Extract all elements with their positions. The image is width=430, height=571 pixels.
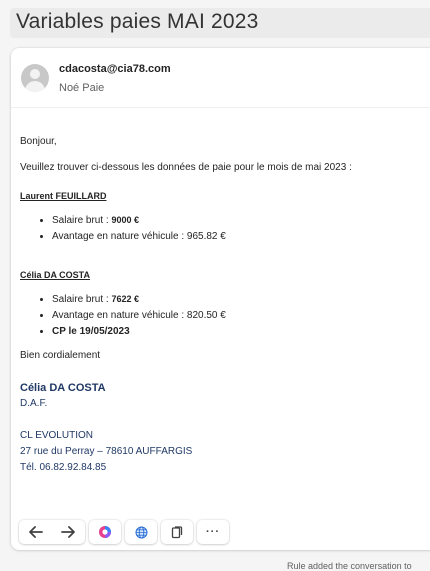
list-item: Salaire brut : 7622 € — [52, 291, 430, 308]
salary-label: Salaire brut : — [52, 294, 112, 305]
immersive-reader-icon — [171, 525, 183, 538]
greeting: Bonjour, — [20, 136, 57, 147]
translate-button[interactable] — [125, 520, 157, 544]
signature-phone: Tél. 06.82.92.84.85 — [20, 462, 107, 473]
avatar-head-shape — [30, 69, 40, 79]
list-item: Salaire brut : 9000 € — [52, 212, 430, 229]
reply-forward-group — [19, 520, 85, 544]
subject-bar: Variables paies MAI 2023 — [10, 8, 430, 38]
translate-icon — [135, 526, 147, 538]
reply-button[interactable] — [19, 520, 53, 544]
list-item: CP le 19/05/2023 — [52, 324, 430, 340]
list-item: Avantage en nature véhicule : 820.50 € — [52, 308, 430, 324]
copilot-group — [89, 520, 121, 544]
employee-name: Laurent FEUILLARD — [20, 191, 107, 201]
header-divider — [11, 107, 430, 108]
salary-value: 7622 € — [111, 294, 140, 304]
signature-company: CL EVOLUTION — [20, 430, 93, 441]
email-body: Bonjour, Veuillez trouver ci-dessous les… — [20, 134, 430, 476]
employee-details-list: Salaire brut : 7622 € Avantage en nature… — [20, 291, 430, 340]
signature-name: Célia DA COSTA — [20, 382, 106, 394]
employee-name: Célia DA COSTA — [20, 270, 91, 280]
translate-group — [125, 520, 157, 544]
sender-avatar[interactable] — [21, 64, 49, 92]
salary-label: Salaire brut : — [52, 215, 112, 226]
reply-icon — [29, 526, 43, 538]
immersive-reader-group — [161, 520, 193, 544]
forward-button[interactable] — [51, 520, 85, 544]
email-subject: Variables paies MAI 2023 — [16, 10, 259, 33]
closing: Bien cordialement — [20, 350, 101, 361]
avatar-body-shape — [25, 81, 45, 92]
more-icon: ··· — [206, 526, 220, 538]
list-item: Avantage en nature véhicule : 965.82 € — [52, 229, 430, 245]
signature-address: 27 rue du Perray – 78610 AUFFARGIS — [20, 446, 193, 457]
sender-name: Noé Paie — [59, 82, 105, 94]
more-actions-button[interactable]: ··· — [197, 520, 229, 544]
immersive-reader-button[interactable] — [161, 520, 193, 544]
copilot-button[interactable] — [89, 520, 121, 544]
signature-title: D.A.F. — [20, 398, 48, 409]
salary-value: 9000 € — [111, 215, 140, 225]
intro-paragraph: Veuillez trouver ci-dessous les données … — [20, 162, 352, 173]
email-card: cdacosta@cia78.com Noé Paie Bonjour, Veu… — [11, 48, 430, 550]
employee-details-list: Salaire brut : 9000 € Avantage en nature… — [20, 212, 430, 245]
more-actions-group: ··· — [197, 520, 229, 544]
sender-email[interactable]: cdacosta@cia78.com — [59, 63, 171, 75]
forward-icon — [61, 526, 75, 538]
copilot-icon — [99, 526, 111, 538]
